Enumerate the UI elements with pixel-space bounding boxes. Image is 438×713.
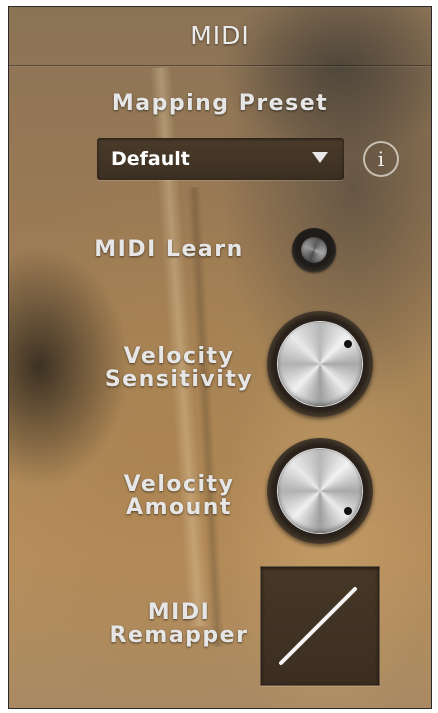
velocity-amount-label: Velocity Amount xyxy=(79,473,279,519)
velocity-sensitivity-knob[interactable] xyxy=(267,311,373,417)
velocity-sensitivity-label-line2: Sensitivity xyxy=(104,367,254,392)
knob-indicator-dot xyxy=(344,340,352,348)
midi-learn-label: MIDI Learn xyxy=(94,237,244,262)
velocity-amount-label-line1: Velocity xyxy=(123,472,235,497)
mapping-preset-value: Default xyxy=(111,148,190,170)
remapper-curve-icon xyxy=(279,587,357,665)
knob-face xyxy=(278,449,362,533)
midi-remapper-label-line2: Remapper xyxy=(109,623,249,648)
triangle-down-icon xyxy=(312,152,328,163)
info-icon[interactable]: i xyxy=(363,141,399,177)
record-button-icon xyxy=(301,237,327,263)
knob-face xyxy=(278,322,362,406)
remapper-curve-line xyxy=(279,587,357,665)
velocity-amount-knob[interactable] xyxy=(267,438,373,544)
velocity-sensitivity-label: Velocity Sensitivity xyxy=(79,345,279,391)
knob-indicator-dot xyxy=(344,507,352,515)
panel-header: MIDI xyxy=(9,7,431,66)
midi-remapper-label: MIDI Remapper xyxy=(79,601,279,647)
panel-title: MIDI xyxy=(190,21,250,50)
midi-remapper-button[interactable] xyxy=(260,566,380,686)
velocity-sensitivity-label-line1: Velocity xyxy=(123,344,235,369)
mapping-preset-dropdown[interactable]: Default xyxy=(97,138,344,180)
midi-remapper-label-line1: MIDI xyxy=(147,600,211,625)
mapping-preset-label: Mapping Preset xyxy=(111,91,329,116)
midi-learn-button[interactable] xyxy=(292,228,336,272)
midi-panel: MIDI Mapping Preset Default i MIDI Learn… xyxy=(8,6,432,709)
velocity-amount-label-line2: Amount xyxy=(126,495,232,520)
